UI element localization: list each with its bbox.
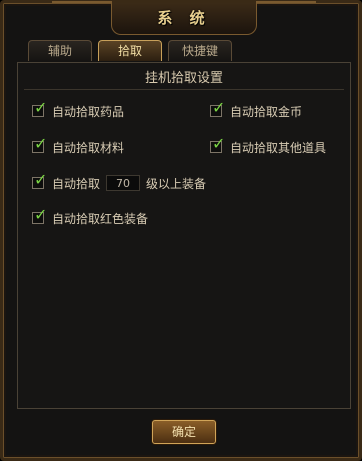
section-title: 挂机拾取设置 (144, 71, 223, 86)
pick-materials-label: 自动拾取材料 (52, 140, 125, 155)
pick-medicine-label: 自动拾取药品 (52, 104, 125, 119)
pick-other-items-checkbox[interactable]: ✓ (210, 136, 225, 153)
pickup-settings-panel: 挂机拾取设置 ✓ 自动拾取药品 ✓ 自动拾取金币 ✓ 自动拾取材料 ✓ 自动拾取… (17, 62, 351, 409)
pick-equipment-checkbox[interactable]: ✓ (32, 172, 47, 189)
checkmark-icon: ✓ (34, 134, 48, 153)
checkmark-icon: ✓ (212, 134, 226, 153)
window-title: 系 统 (157, 9, 211, 27)
checkmark-icon: ✓ (212, 98, 226, 117)
tab-assist[interactable]: 辅助 (28, 40, 92, 61)
equipment-level-input[interactable] (106, 175, 141, 191)
section-header: 挂机拾取设置 (24, 69, 344, 90)
option-pick-materials[interactable]: ✓ 自动拾取材料 (32, 136, 125, 155)
tab-pickup[interactable]: 拾取 (98, 40, 162, 61)
pick-materials-checkbox[interactable]: ✓ (32, 136, 47, 153)
checkmark-icon: ✓ (34, 98, 48, 117)
checkmark-icon: ✓ (34, 170, 48, 189)
pick-red-equipment-label: 自动拾取红色装备 (52, 211, 149, 226)
system-window: 系 统 辅助 拾取 快捷键 挂机拾取设置 ✓ 自动拾取药品 ✓ 自动拾取金币 ✓… (0, 0, 362, 461)
tab-hotkeys[interactable]: 快捷键 (168, 40, 232, 61)
pick-red-equipment-checkbox[interactable]: ✓ (32, 207, 47, 224)
title-plate: 系 统 (52, 1, 316, 35)
option-pick-medicine[interactable]: ✓ 自动拾取药品 (32, 100, 125, 119)
pick-other-items-label: 自动拾取其他道具 (230, 140, 327, 155)
option-pick-red-equipment[interactable]: ✓ 自动拾取红色装备 (32, 207, 149, 226)
confirm-button[interactable]: 确定 (152, 420, 216, 444)
pick-medicine-checkbox[interactable]: ✓ (32, 100, 47, 117)
pick-gold-checkbox[interactable]: ✓ (210, 100, 225, 117)
checkmark-icon: ✓ (34, 205, 48, 224)
pick-equipment-label-prefix: 自动拾取 (52, 176, 101, 191)
pick-gold-label: 自动拾取金币 (230, 104, 303, 119)
option-pick-gold[interactable]: ✓ 自动拾取金币 (210, 100, 303, 119)
pick-equipment-label-suffix: 级以上装备 (146, 176, 207, 191)
option-pick-other-items[interactable]: ✓ 自动拾取其他道具 (210, 136, 327, 155)
option-pick-equipment[interactable]: ✓ 自动拾取 级以上装备 (32, 172, 207, 191)
